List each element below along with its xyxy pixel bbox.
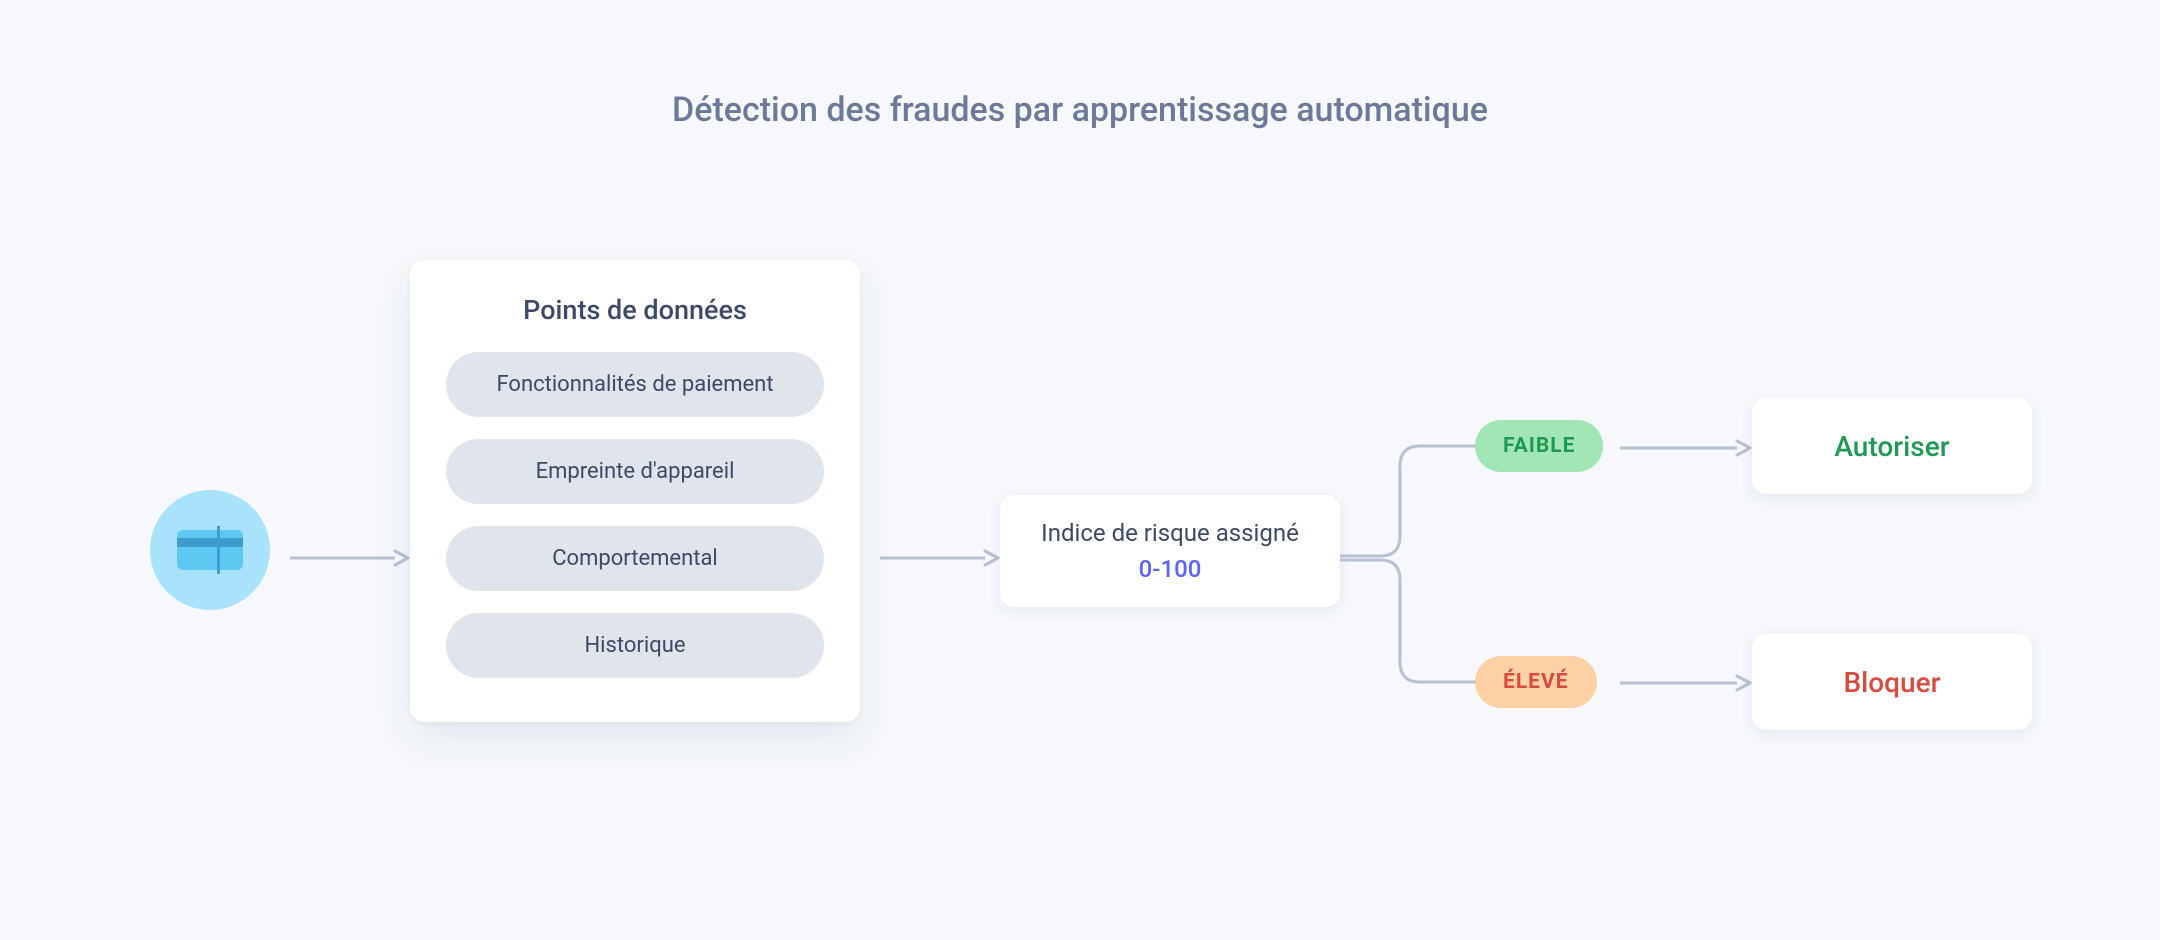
arrow-icon xyxy=(290,548,410,568)
arrow-icon xyxy=(1620,438,1752,458)
risk-score-range: 0-100 xyxy=(1020,555,1320,583)
diagram-title: Détection des fraudes par apprentissage … xyxy=(0,90,2160,130)
risk-score-label: Indice de risque assigné xyxy=(1020,519,1320,547)
data-point-item: Comportemental xyxy=(446,526,824,591)
credit-card-icon xyxy=(177,526,243,574)
payment-card-node xyxy=(150,490,270,610)
risk-score-card: Indice de risque assigné 0-100 xyxy=(1000,495,1340,607)
risk-level-high-chip: ÉLEVÉ xyxy=(1475,656,1597,708)
branch-connector-icon xyxy=(1340,430,1500,710)
outcome-block-card: Bloquer xyxy=(1752,634,2032,730)
data-points-heading: Points de données xyxy=(446,294,824,326)
arrow-icon xyxy=(880,548,1000,568)
data-point-item: Fonctionnalités de paiement xyxy=(446,352,824,417)
outcome-allow-card: Autoriser xyxy=(1752,398,2032,494)
data-point-item: Historique xyxy=(446,613,824,678)
risk-level-low-chip: FAIBLE xyxy=(1475,420,1603,472)
data-point-item: Empreinte d'appareil xyxy=(446,439,824,504)
arrow-icon xyxy=(1620,673,1752,693)
data-points-card: Points de données Fonctionnalités de pai… xyxy=(410,260,860,722)
